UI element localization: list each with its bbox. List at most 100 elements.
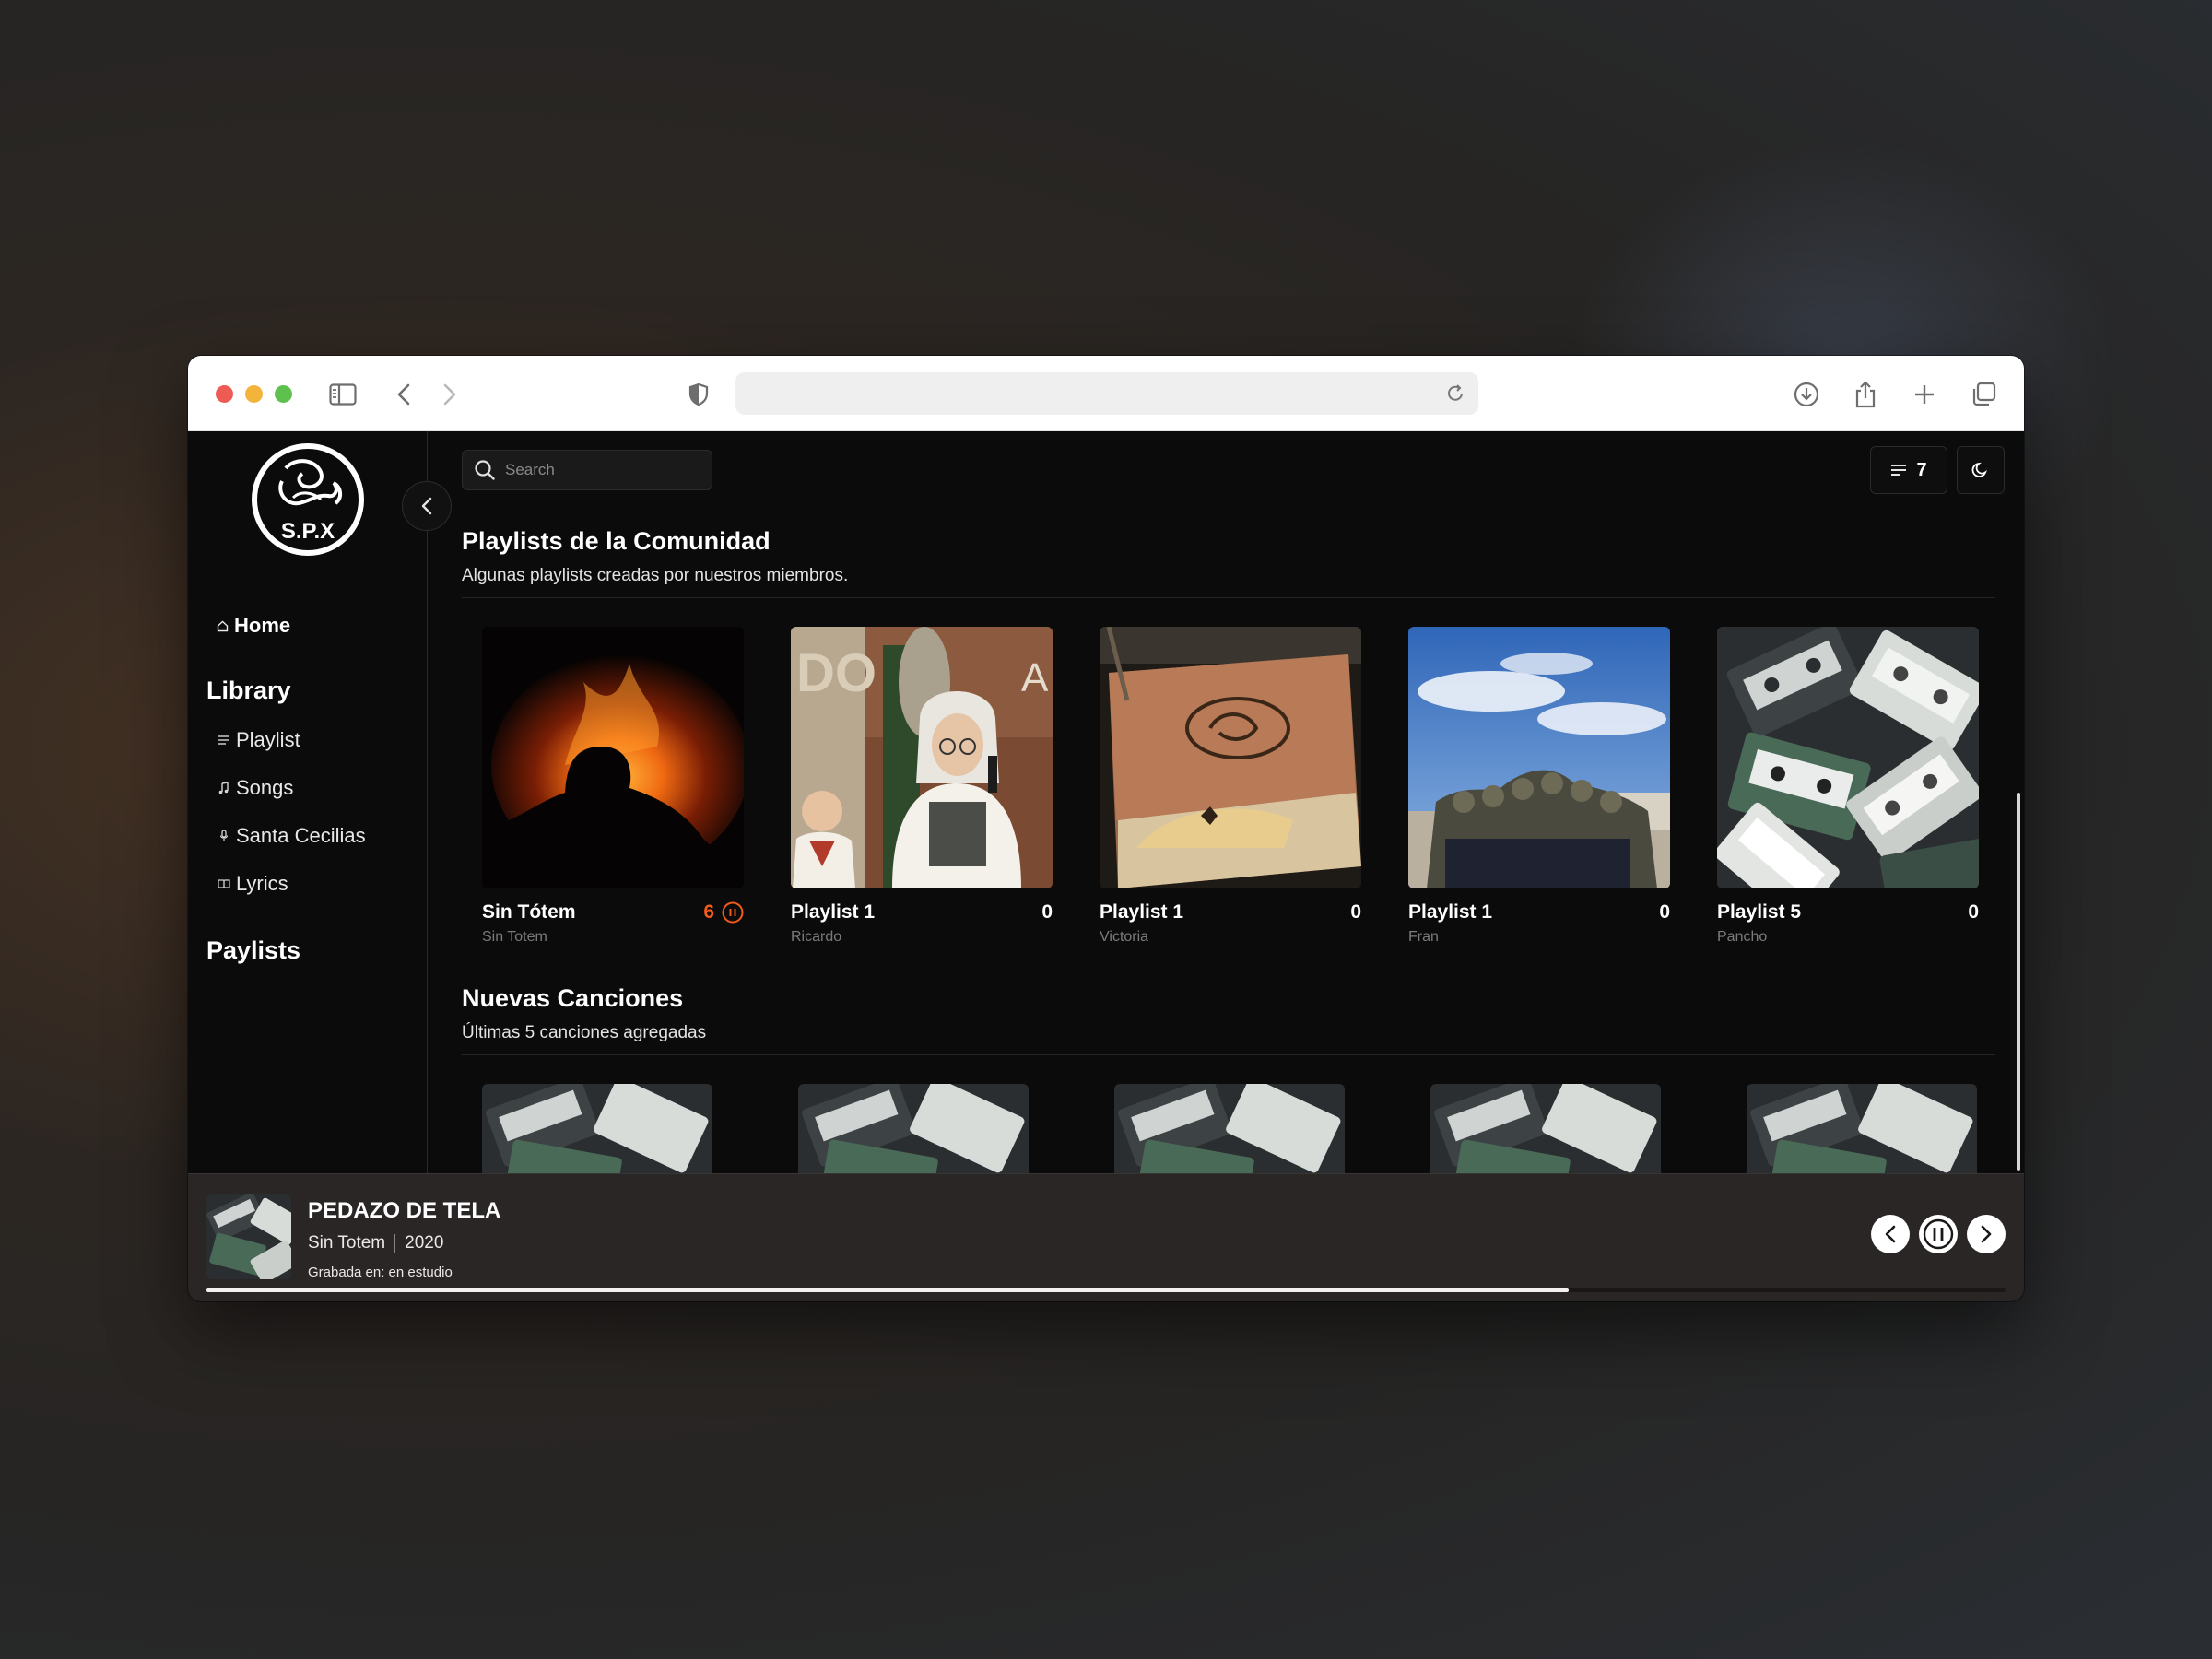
playlist-title: Playlist 1 — [1408, 901, 1493, 923]
svg-text:A: A — [1021, 655, 1049, 700]
progress-bar[interactable] — [206, 1288, 2006, 1292]
theme-toggle-button[interactable] — [1957, 446, 2005, 494]
app-root: S.P.X Home Library Playlist Songs Santa … — [188, 431, 2024, 1301]
playlist-count: 6 — [703, 901, 744, 924]
svg-text:DO: DO — [796, 643, 877, 703]
song-cover[interactable] — [1747, 1084, 1977, 1173]
queue-button[interactable]: 7 — [1870, 446, 1947, 494]
nav-home-label: Home — [234, 614, 291, 637]
forward-icon[interactable] — [431, 376, 468, 413]
new-songs-subtitle: Últimas 5 canciones agregadas — [462, 1023, 707, 1042]
main-content: Search 7 Playlists de la Comunidad Algun… — [429, 431, 2024, 1173]
community-title: Playlists de la Comunidad — [462, 527, 771, 555]
back-icon[interactable] — [385, 376, 422, 413]
playlist-card[interactable]: DO A Playlist 1 0 Ricardo — [791, 627, 1053, 946]
pause-circle-icon[interactable] — [722, 901, 744, 924]
playlist-owner: Victoria — [1100, 929, 1149, 945]
playlist-owner: Sin Totem — [482, 929, 547, 945]
previous-button[interactable] — [1871, 1215, 1910, 1253]
search-icon — [475, 460, 495, 480]
share-icon[interactable] — [1847, 376, 1884, 413]
meta-separator — [394, 1234, 396, 1253]
maximize-window-button[interactable] — [275, 385, 292, 403]
nav-santa-cecilias[interactable]: Santa Cecilias — [218, 824, 366, 848]
new-songs-divider — [462, 1054, 1995, 1055]
library-title: Library — [206, 677, 291, 704]
search-placeholder: Search — [505, 461, 555, 478]
nav-playlist-label: Playlist — [236, 728, 300, 751]
address-bar[interactable] — [735, 372, 1478, 415]
browser-window: S.P.X Home Library Playlist Songs Santa … — [188, 356, 2024, 1301]
nav-playlist[interactable]: Playlist — [218, 728, 300, 752]
logo-text: S.P.X — [281, 519, 335, 544]
player-bar: PEDAZO DE TELA Sin Totem 2020 Grabada en… — [188, 1173, 2024, 1301]
playlist-card[interactable]: Playlist 5 0 Pancho — [1717, 627, 1979, 946]
main-scrollbar[interactable] — [2017, 793, 2020, 1171]
nav-lyrics-label: Lyrics — [236, 872, 288, 895]
playlist-owner: Fran — [1408, 929, 1439, 945]
playlist-card[interactable]: Playlist 1 0 Fran — [1408, 627, 1670, 946]
sidebar-toggle-icon[interactable] — [324, 376, 361, 413]
pause-icon — [1923, 1218, 1954, 1250]
nav-songs[interactable]: Songs — [218, 776, 293, 800]
playlist-cover[interactable] — [1408, 627, 1670, 888]
microphone-icon — [218, 830, 230, 842]
playlist-title: Playlist 1 — [791, 901, 876, 923]
playlist-owner: Ricardo — [791, 929, 842, 945]
pause-button[interactable] — [1919, 1215, 1958, 1253]
moon-icon — [1971, 462, 1987, 477]
community-subtitle: Algunas playlists creadas por nuestros m… — [462, 566, 849, 585]
nav-home[interactable]: Home — [216, 614, 290, 638]
playlist-cover[interactable] — [482, 627, 744, 888]
playlist-cover[interactable] — [1100, 627, 1361, 888]
playlist-title: Playlist 1 — [1100, 901, 1184, 923]
chevron-left-icon — [1885, 1225, 1896, 1243]
book-icon — [218, 878, 230, 889]
now-playing-title: PEDAZO DE TELA — [308, 1198, 501, 1223]
new-tab-icon[interactable] — [1906, 376, 1943, 413]
song-cover[interactable] — [798, 1084, 1029, 1173]
spx-logo[interactable]: S.P.X — [249, 441, 367, 559]
next-button[interactable] — [1967, 1215, 2006, 1253]
playlist-card[interactable]: Playlist 1 0 Victoria — [1100, 627, 1361, 946]
sidebar: S.P.X Home Library Playlist Songs Santa … — [188, 431, 428, 1173]
now-playing-year: 2020 — [405, 1233, 444, 1253]
song-cover[interactable] — [1430, 1084, 1661, 1173]
list-icon — [218, 735, 230, 746]
new-songs-title: Nuevas Canciones — [462, 984, 684, 1012]
playlist-cover[interactable] — [1717, 627, 1979, 888]
music-note-icon — [218, 782, 230, 794]
playlist-card[interactable]: Sin Tótem 6 Sin Totem — [482, 627, 744, 946]
browser-toolbar — [188, 356, 2024, 431]
reload-icon[interactable] — [1445, 383, 1465, 408]
now-playing-recorded: Grabada en: en estudio — [308, 1265, 453, 1280]
queue-count: 7 — [1916, 459, 1927, 480]
tab-overview-icon[interactable] — [1965, 376, 2002, 413]
playlist-cover[interactable]: DO A — [791, 627, 1053, 888]
paylists-title: Paylists — [206, 936, 301, 964]
now-playing-cover[interactable] — [206, 1194, 291, 1279]
queue-list-icon — [1891, 465, 1907, 476]
song-cover[interactable] — [1114, 1084, 1345, 1173]
privacy-shield-icon[interactable] — [680, 376, 717, 413]
now-playing-artist[interactable]: Sin Totem — [308, 1233, 385, 1253]
playlist-owner: Pancho — [1717, 929, 1768, 945]
playlist-count-value: 6 — [703, 901, 714, 923]
playlist-count: 0 — [1968, 901, 1979, 923]
nav-santa-cecilias-label: Santa Cecilias — [236, 824, 366, 847]
home-icon — [216, 620, 229, 632]
nav-songs-label: Songs — [236, 776, 294, 799]
playlist-title: Playlist 5 — [1717, 901, 1802, 923]
nav-lyrics[interactable]: Lyrics — [218, 872, 288, 896]
close-window-button[interactable] — [216, 385, 233, 403]
search-input[interactable]: Search — [462, 450, 712, 490]
progress-fill — [206, 1288, 1569, 1292]
community-divider — [462, 597, 1995, 598]
playlist-count: 0 — [1041, 901, 1053, 923]
playlist-title: Sin Tótem — [482, 901, 576, 923]
chevron-right-icon — [1981, 1225, 1992, 1243]
minimize-window-button[interactable] — [245, 385, 263, 403]
playlist-count: 0 — [1350, 901, 1361, 923]
downloads-icon[interactable] — [1788, 376, 1825, 413]
song-cover[interactable] — [482, 1084, 712, 1173]
